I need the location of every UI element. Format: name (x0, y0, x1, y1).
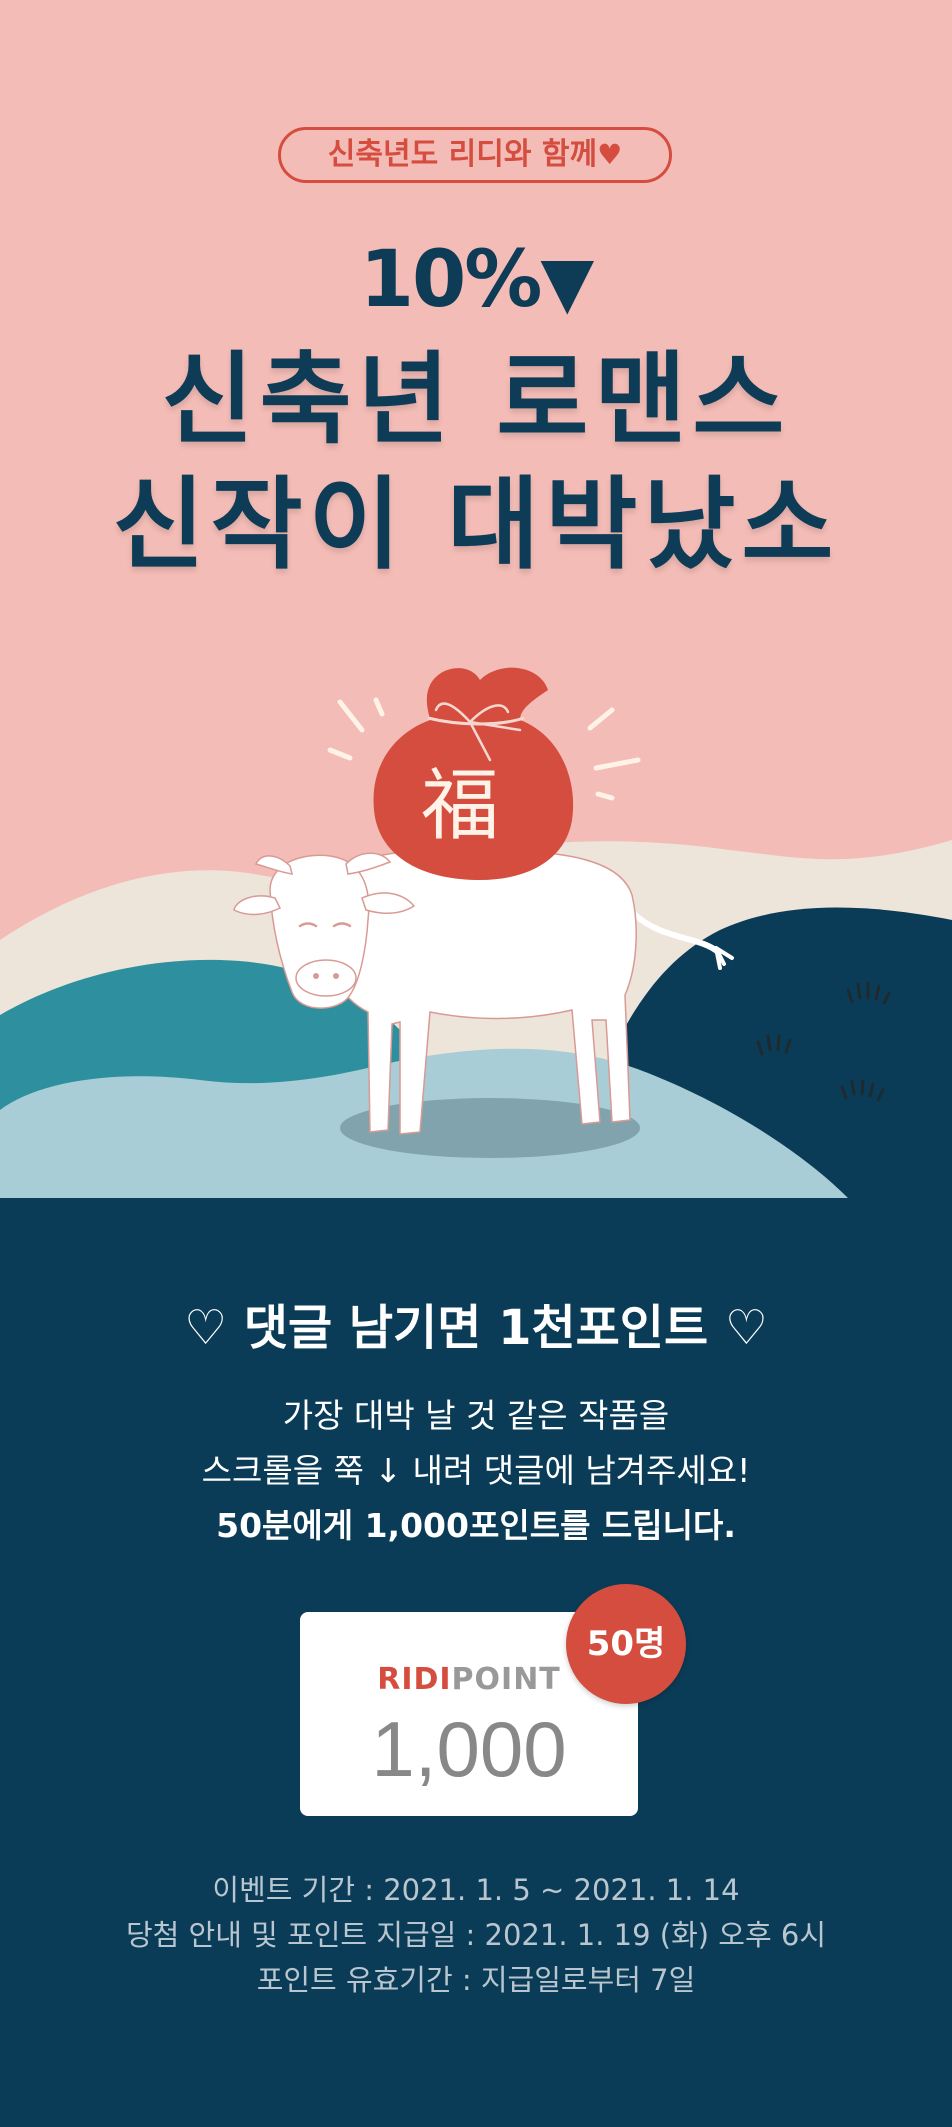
headline-line-1: 신축년 로맨스 (161, 341, 791, 458)
discount-label: 10%▼ (0, 232, 952, 330)
point-amount: 1,000 (371, 1705, 567, 1793)
heart-icon: ♥ (597, 138, 623, 171)
description-line-2: 스크롤을 쭉 ↓ 내려 댓글에 남겨주세요! (201, 1451, 751, 1490)
discount-value: 10% (359, 235, 543, 325)
brand-point: POINT (451, 1662, 561, 1697)
tag-text: 신축년도 리디와 함께 (327, 137, 598, 172)
event-info: ♡ 댓글 남기면 1천포인트 ♡ 가장 대박 날 것 같은 작품을 스크롤을 쭉… (0, 1198, 952, 2127)
event-period: 이벤트 기간 : 2021. 1. 5 ~ 2021. 1. 14 (212, 1873, 740, 1907)
event-title: ♡ 댓글 남기면 1천포인트 ♡ (184, 1300, 768, 1356)
description-line-3: 50분에게 1,000포인트를 드립니다. (216, 1506, 736, 1545)
event-page: 신축년도 리디와 함께♥ 10%▼ 신축년 로맨스 신작이 대박났소 福 ♡ 댓… (0, 0, 952, 2127)
headline-line-2: 신작이 대박났소 (112, 466, 840, 583)
announcement-date: 당첨 안내 및 포인트 지급일 : 2021. 1. 19 (화) 오후 6시 (125, 1918, 827, 1952)
ox-illustration: 福 (0, 667, 952, 1198)
point-validity: 포인트 유효기간 : 지급일로부터 7일 (256, 1963, 696, 1997)
bag-character: 福 (421, 761, 499, 851)
brand-ridi: RIDI (377, 1662, 452, 1697)
winner-count-badge: 50명 (566, 1584, 686, 1704)
new-year-tag: 신축년도 리디와 함께♥ (278, 127, 672, 183)
down-triangle-icon: ▼ (540, 241, 594, 323)
description-line-1: 가장 대박 날 것 같은 작품을 (282, 1396, 670, 1435)
hero-banner: 신축년도 리디와 함께♥ 10%▼ 신축년 로맨스 신작이 대박났소 福 (0, 0, 952, 1198)
